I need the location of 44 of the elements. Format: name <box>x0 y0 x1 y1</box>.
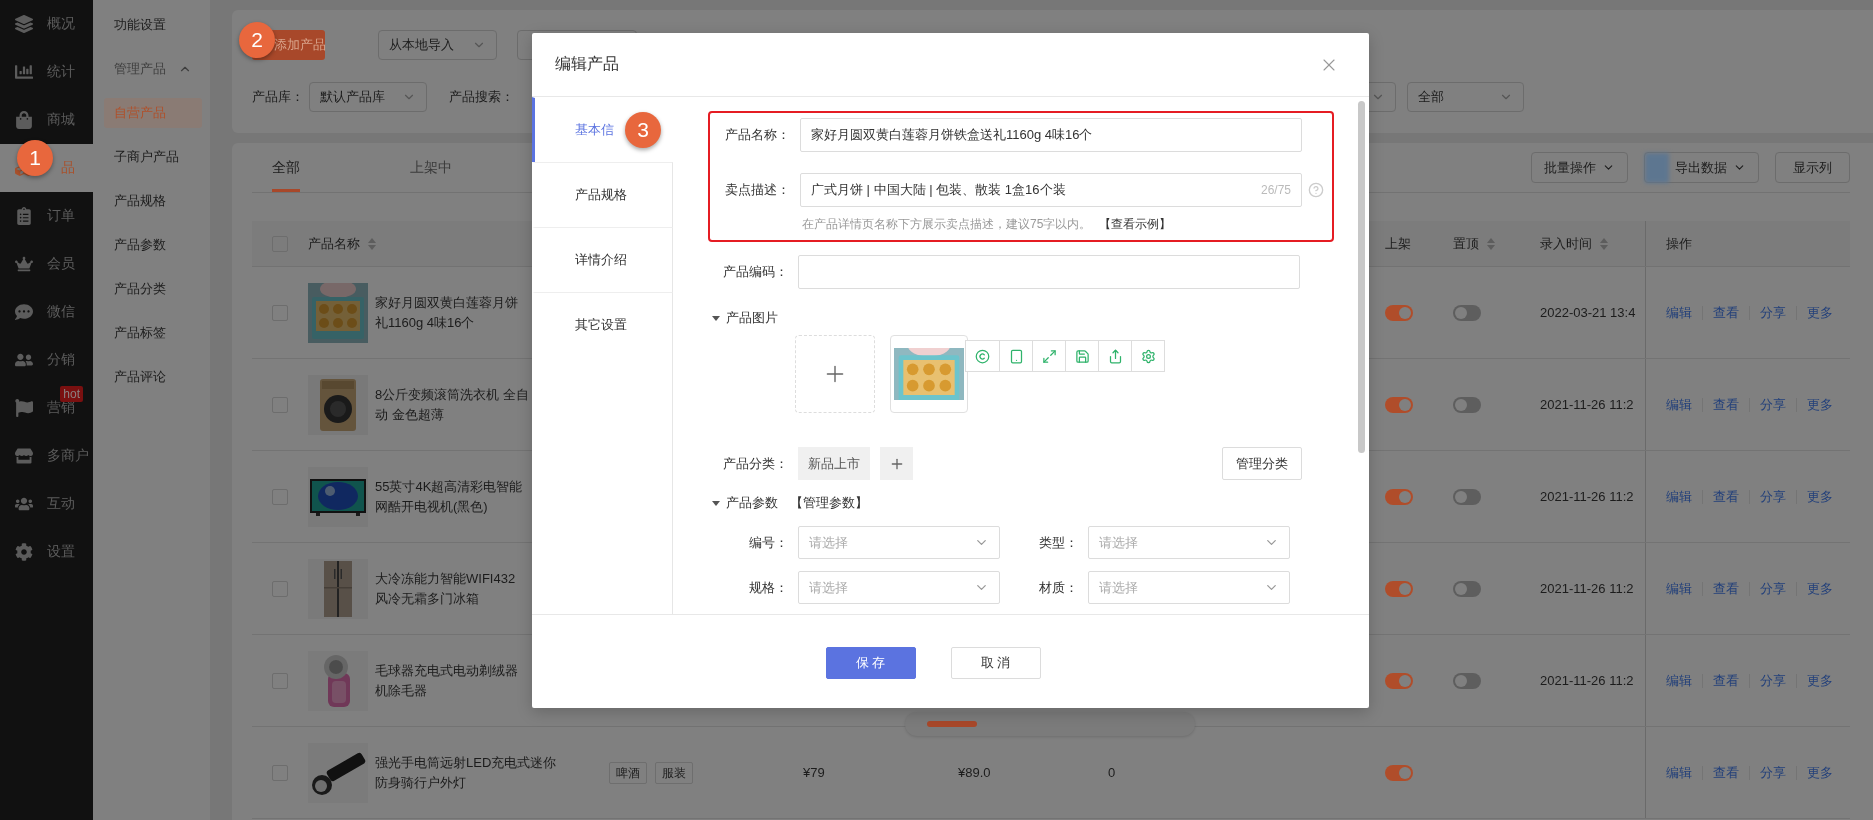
market-price: ¥89.0 <box>958 765 991 780</box>
category-tag: 新品上市 <box>798 447 870 480</box>
date-text: 2021-11-26 11:2 <box>1540 581 1634 596</box>
column-header: 录入时间 <box>1540 234 1592 253</box>
product-name: 强光手电筒远射LED充电式迷你 <box>375 753 557 772</box>
section-title: 产品图片 <box>726 309 778 327</box>
field-label: 卖点描述： <box>724 181 791 199</box>
product-name: 网酷开电视机(黑色) <box>375 497 489 516</box>
column-header: 置顶 <box>1453 234 1479 253</box>
field-label: 产品名称： <box>724 126 791 144</box>
field-label: 编号： <box>748 533 789 552</box>
product-name: 毛球器充电式电动剃绒器 <box>375 661 518 680</box>
column-header: 操作 <box>1666 234 1692 253</box>
field-label: 类型： <box>1038 533 1079 552</box>
field-label: 产品分类： <box>722 454 789 473</box>
section-title: 产品参数 <box>726 494 778 512</box>
product-name: 动 金色超薄 <box>375 405 445 424</box>
field-label: 产品编码： <box>722 263 789 281</box>
tag: 啤酒 <box>609 761 647 784</box>
date-text: 2021-11-26 11:2 <box>1540 397 1634 412</box>
product-name: 风冷无霜多门冰箱 <box>375 589 480 608</box>
product-name: 机除毛器 <box>375 681 428 700</box>
product-name: 55英寸4K超高清彩电智能 <box>375 477 523 496</box>
date-text: 2022-03-21 13:4 <box>1540 305 1636 320</box>
hint-text: 在产品详情页名称下方展示卖点描述，建议75字以内。 <box>802 216 1092 233</box>
field-label: 材质： <box>1038 578 1079 597</box>
date-text: 2021-11-26 11:2 <box>1540 673 1634 688</box>
date-text: 2021-11-26 11:2 <box>1540 489 1634 504</box>
search-label: 产品搜索： <box>449 88 514 106</box>
product-name: 8公斤变频滚筒洗衣机 全自 <box>375 385 529 404</box>
library-label: 产品库： <box>252 88 304 106</box>
hot-badge: hot <box>60 386 83 402</box>
product-name: 大冷冻能力智能WIFI432 <box>375 569 516 588</box>
field-label: 规格： <box>748 578 789 597</box>
product-name: 家好月圆双黄白莲蓉月饼 <box>375 293 518 312</box>
price: ¥79 <box>803 765 825 780</box>
tag: 服装 <box>655 761 693 784</box>
column-header: 上架 <box>1385 234 1411 253</box>
product-name: 防身骑行户外灯 <box>375 773 467 792</box>
char-counter: 26/75 <box>1260 183 1291 197</box>
dialog-title: 编辑产品 <box>555 54 619 74</box>
column-header: 产品名称 <box>308 234 360 253</box>
product-name: 礼1160g 4味16个 <box>375 313 476 332</box>
stock: 0 <box>1108 765 1116 780</box>
